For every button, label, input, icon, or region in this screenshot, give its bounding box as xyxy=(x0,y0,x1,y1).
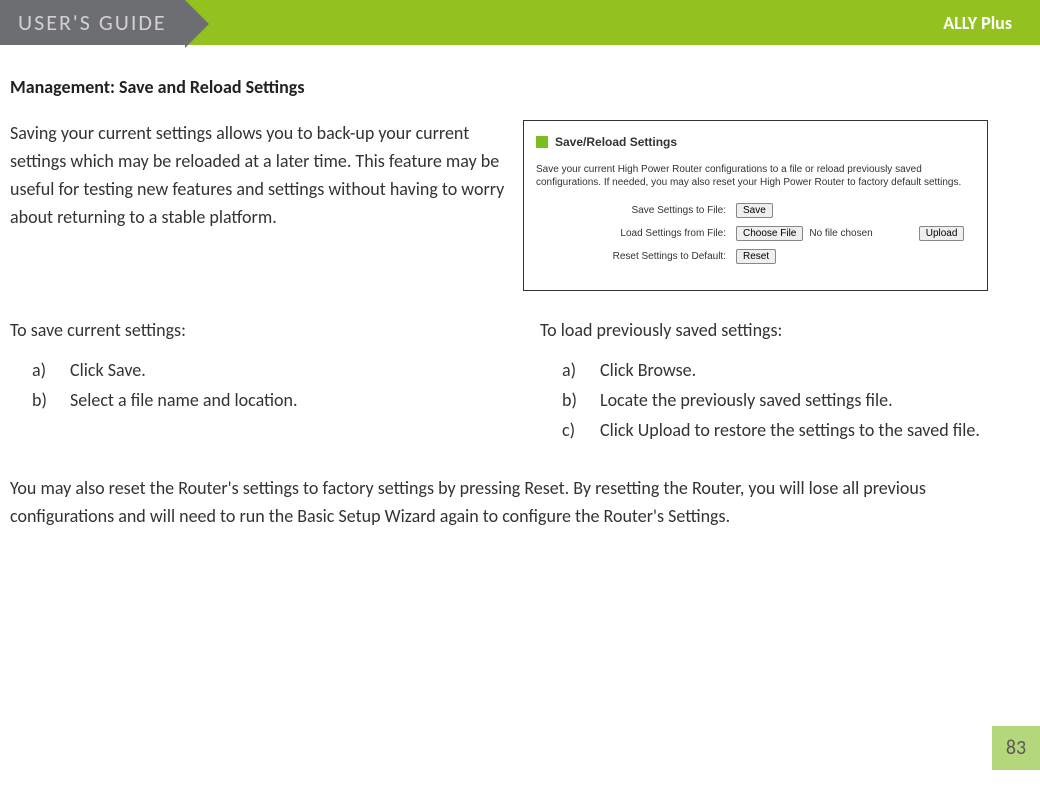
header-guide-text: USER'S GUIDE xyxy=(18,9,167,36)
save-step: a) Click Save. xyxy=(32,357,500,385)
step-marker: a) xyxy=(32,357,52,385)
load-label: Load Settings from File: xyxy=(536,228,736,239)
panel-title-row: Save/Reload Settings xyxy=(536,135,975,149)
step-text: Select a file name and location. xyxy=(70,387,500,415)
save-column: To save current settings: a) Click Save.… xyxy=(10,319,500,447)
step-marker: b) xyxy=(562,387,582,415)
save-row: Save Settings to File: Save xyxy=(536,203,975,218)
reset-button[interactable]: Reset xyxy=(736,249,776,264)
file-status-text: No file chosen xyxy=(809,228,872,239)
intro-paragraph: Saving your current settings allows you … xyxy=(10,120,505,291)
load-step: a) Click Browse. xyxy=(562,357,1030,385)
page-content: Management: Save and Reload Settings Sav… xyxy=(0,48,1040,530)
step-text: Click Browse. xyxy=(600,357,1030,385)
section-title: Management: Save and Reload Settings xyxy=(10,76,1030,98)
save-label: Save Settings to File: xyxy=(536,205,736,216)
top-row: Saving your current settings allows you … xyxy=(10,120,1030,291)
step-marker: a) xyxy=(562,357,582,385)
panel-description: Save your current High Power Router conf… xyxy=(536,163,975,189)
choose-file-button[interactable]: Choose File xyxy=(736,226,803,241)
save-steps-list: a) Click Save. b) Select a file name and… xyxy=(10,357,500,415)
load-column: To load previously saved settings: a) Cl… xyxy=(540,319,1030,447)
header-product-name: ALLY Plus xyxy=(943,12,1012,34)
upload-button[interactable]: Upload xyxy=(919,226,965,241)
page-number-text: 83 xyxy=(1006,736,1026,760)
reset-paragraph: You may also reset the Router's settings… xyxy=(10,475,1030,531)
save-column-title: To save current settings: xyxy=(10,319,500,341)
settings-panel: Save/Reload Settings Save your current H… xyxy=(523,120,988,291)
page-number: 83 xyxy=(992,726,1040,770)
load-step: b) Locate the previously saved settings … xyxy=(562,387,1030,415)
instructions-columns: To save current settings: a) Click Save.… xyxy=(10,319,1030,447)
load-column-title: To load previously saved settings: xyxy=(540,319,1030,341)
step-text: Locate the previously saved settings fil… xyxy=(600,387,1030,415)
step-text: Click Save. xyxy=(70,357,500,385)
load-step: c) Click Upload to restore the settings … xyxy=(562,417,1030,445)
panel-title-icon xyxy=(536,136,548,148)
header-left: USER'S GUIDE xyxy=(0,0,185,45)
save-button[interactable]: Save xyxy=(736,203,773,218)
step-text: Click Upload to restore the settings to … xyxy=(600,417,1030,445)
save-step: b) Select a file name and location. xyxy=(32,387,500,415)
step-marker: b) xyxy=(32,387,52,415)
reset-row: Reset Settings to Default: Reset xyxy=(536,249,975,264)
load-steps-list: a) Click Browse. b) Locate the previousl… xyxy=(540,357,1030,445)
header-bar: USER'S GUIDE ALLY Plus xyxy=(0,0,1040,48)
reset-label: Reset Settings to Default: xyxy=(536,251,736,262)
panel-title: Save/Reload Settings xyxy=(555,135,677,149)
load-row: Load Settings from File: Choose File No … xyxy=(536,226,975,241)
header-guide-box: USER'S GUIDE xyxy=(0,0,185,45)
step-marker: c) xyxy=(562,417,582,445)
